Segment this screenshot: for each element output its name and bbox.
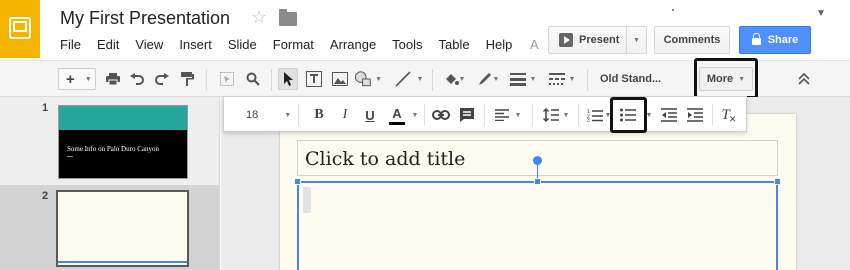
paint-format-icon[interactable]: [178, 68, 196, 90]
slides-logo-icon: [9, 17, 31, 39]
link-icon[interactable]: [430, 103, 452, 127]
chevron-down-icon: ▼: [562, 111, 570, 119]
format-toolbar: 18 ▼ B I U A ▼ ▼ ▼ 123 ▼ ▼ T ✕: [223, 96, 747, 132]
chevron-down-icon: ▼: [514, 111, 522, 119]
document-title[interactable]: My First Presentation: [60, 8, 230, 29]
menu-help[interactable]: Help: [478, 36, 521, 54]
body-text-box[interactable]: [297, 181, 778, 270]
slides-logo[interactable]: [0, 0, 40, 58]
chevron-down-icon: ▼: [633, 36, 640, 44]
chevron-down-icon: ▼: [375, 75, 382, 83]
undo-icon[interactable]: [128, 68, 146, 90]
increase-indent-icon[interactable]: [684, 103, 706, 127]
slides-editor: My First Presentation ☆ File Edit View I…: [0, 0, 850, 270]
pointer-icon[interactable]: [278, 68, 298, 90]
fill-color-icon[interactable]: ▼: [440, 68, 468, 90]
thumbnail-body-line: [58, 261, 187, 263]
svg-text:3: 3: [587, 118, 590, 122]
menu-insert[interactable]: Insert: [171, 36, 220, 54]
menu-slide[interactable]: Slide: [220, 36, 265, 54]
border-color-icon[interactable]: ▼: [474, 68, 502, 90]
present-button[interactable]: Present: [548, 26, 627, 54]
rotate-handle[interactable]: [533, 156, 542, 165]
chevron-down-icon: ▼: [411, 111, 419, 119]
text-color-letter: A: [392, 105, 402, 121]
chevron-down-icon: ▼: [568, 75, 576, 83]
chevron-down-icon: ▼: [529, 75, 537, 83]
chevron-down-icon: ▼: [416, 75, 424, 83]
clear-x-icon: ✕: [728, 113, 737, 124]
comment-icon[interactable]: [456, 103, 478, 127]
thumbnail-band: [59, 106, 187, 130]
slide-number: 2: [42, 190, 49, 202]
menu-table[interactable]: Table: [431, 36, 478, 54]
menu-arrange[interactable]: Arrange: [322, 36, 384, 54]
share-button[interactable]: Share: [739, 26, 811, 54]
folder-icon[interactable]: [279, 9, 297, 26]
align-icon[interactable]: ▼: [490, 103, 526, 127]
underline-button[interactable]: U: [359, 103, 381, 127]
new-slide-button[interactable]: + ▼: [58, 68, 96, 90]
slide-thumbnail-1[interactable]: Some Info on Palo Duro Canyon: [58, 105, 188, 179]
border-weight-icon[interactable]: ▼: [508, 68, 538, 90]
comments-button[interactable]: Comments: [654, 26, 730, 54]
collapse-header-chevron-icon[interactable]: ▼: [816, 8, 826, 19]
line-spacing-icon[interactable]: ▼: [538, 103, 574, 127]
text-color-swatch: [389, 121, 405, 125]
resize-handle[interactable]: [294, 178, 301, 185]
line-icon[interactable]: ▼: [392, 68, 426, 90]
shape-icon[interactable]: ▼: [354, 68, 382, 90]
menu-overflow[interactable]: A: [530, 36, 539, 54]
text-box-icon[interactable]: [304, 68, 324, 90]
zoom-icon[interactable]: [244, 68, 262, 90]
theme-button[interactable]: Old Stand...: [595, 68, 685, 90]
lock-icon: [751, 33, 761, 45]
print-icon[interactable]: [104, 68, 122, 90]
chevron-down-icon: ▼: [84, 75, 92, 83]
text-color-button[interactable]: A: [385, 103, 409, 127]
present-options-button[interactable]: ▼: [626, 26, 647, 54]
font-size-select[interactable]: 18 ▼: [232, 103, 292, 127]
plus-icon: +: [66, 70, 75, 88]
clear-formatting-icon[interactable]: T ✕: [718, 103, 740, 127]
border-dash-icon[interactable]: ▼: [546, 68, 578, 90]
resize-handle[interactable]: [534, 178, 541, 185]
text-cursor: [303, 187, 311, 213]
more-button-highlight: [694, 58, 758, 99]
chevron-down-icon: ▼: [284, 111, 292, 119]
menu-tools[interactable]: Tools: [384, 36, 430, 54]
select-mode-icon[interactable]: [218, 68, 236, 90]
decrease-indent-icon[interactable]: [658, 103, 680, 127]
thumbnail-title: Some Info on Palo Duro Canyon: [67, 145, 159, 153]
account-indicator: [672, 9, 674, 11]
chevron-down-icon: ▼: [492, 75, 500, 83]
menu-bar: File Edit View Insert Slide Format Arran…: [52, 36, 520, 54]
redo-icon[interactable]: [153, 68, 171, 90]
share-label: Share: [767, 34, 799, 46]
play-icon: [559, 33, 573, 47]
image-icon[interactable]: [330, 68, 350, 90]
menu-file[interactable]: File: [52, 36, 89, 54]
text-color-dropdown[interactable]: ▼: [410, 103, 420, 127]
italic-button[interactable]: I: [334, 103, 356, 127]
slide-number: 1: [42, 102, 49, 114]
collapse-toolbar-icon[interactable]: [796, 68, 812, 90]
slide-thumbnail-2[interactable]: [56, 190, 189, 267]
theme-label: Old Stand...: [600, 73, 662, 85]
bulleted-list-highlight: [610, 97, 647, 133]
bold-button[interactable]: B: [308, 103, 330, 127]
menu-format[interactable]: Format: [265, 36, 322, 54]
font-size-value: 18: [246, 109, 259, 121]
chevron-down-icon: ▼: [458, 75, 466, 83]
star-icon[interactable]: ☆: [251, 7, 267, 28]
menu-view[interactable]: View: [127, 36, 171, 54]
present-label: Present: [579, 34, 620, 46]
resize-handle[interactable]: [774, 178, 781, 185]
menu-edit[interactable]: Edit: [89, 36, 127, 54]
thumbnail-subtitle-line: [67, 156, 73, 157]
